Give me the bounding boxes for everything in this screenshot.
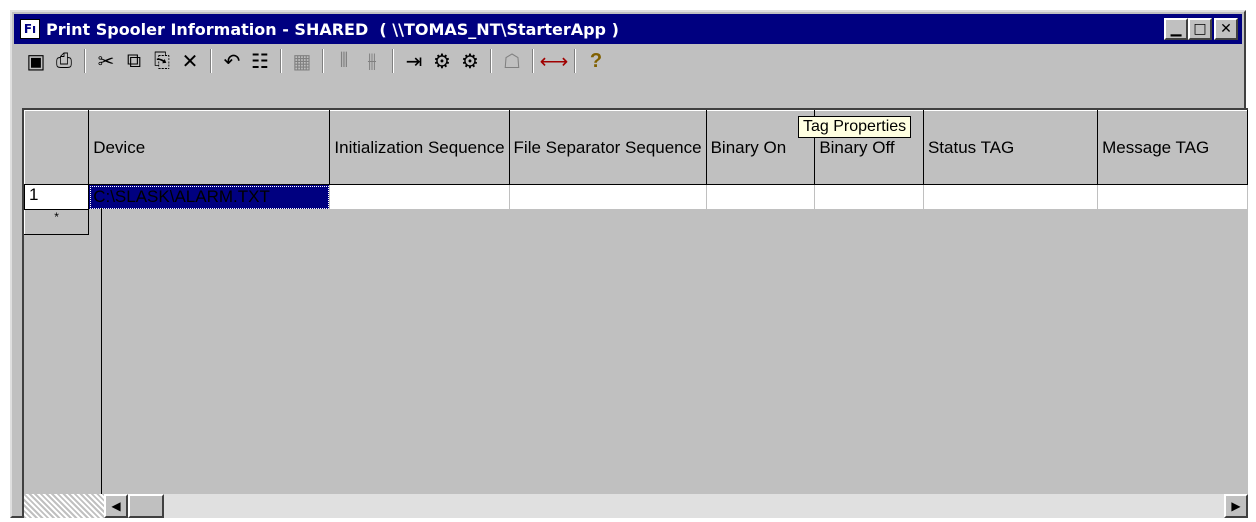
- cell-message-tag[interactable]: [1097, 184, 1248, 210]
- tag-browse-icon[interactable]: ⇥: [400, 48, 428, 74]
- scroll-thumb[interactable]: [128, 494, 164, 518]
- row-number[interactable]: 1: [23, 184, 90, 210]
- cell-device[interactable]: C:\SLASK\ALARM.TXT: [88, 184, 331, 210]
- cell-status-tag[interactable]: [923, 184, 1099, 210]
- cell-file-separator[interactable]: [509, 184, 707, 210]
- window-title: Print Spooler Information - SHARED ( \\T…: [46, 19, 619, 39]
- toolbar-separator: [322, 49, 324, 73]
- properties-icon[interactable]: ☖: [498, 48, 526, 74]
- corner-header[interactable]: [23, 110, 90, 185]
- cell-init-sequence[interactable]: [329, 184, 510, 210]
- column-header-device[interactable]: Device: [88, 110, 331, 185]
- undo-icon[interactable]: ↶: [218, 48, 246, 74]
- cell-binary-on[interactable]: [706, 184, 816, 210]
- close-button[interactable]: ✕: [1214, 18, 1238, 40]
- tag-properties-icon[interactable]: ⟷: [540, 48, 569, 74]
- tooltip: Tag Properties: [798, 116, 912, 138]
- column-header-file-separator[interactable]: File Separator Sequence: [508, 110, 707, 185]
- copy-icon[interactable]: ⧉: [120, 48, 148, 74]
- table-row: 1 C:\SLASK\ALARM.TXT: [23, 184, 1248, 210]
- header-row: Device Initialization Sequence File Sepa…: [23, 110, 1248, 185]
- find-icon[interactable]: ☷: [246, 48, 274, 74]
- delete-column-icon[interactable]: ⫵: [358, 48, 386, 74]
- toolbar-separator: [574, 49, 576, 73]
- toolbar-separator: [532, 49, 534, 73]
- print-icon[interactable]: ⎙: [50, 48, 78, 74]
- scroll-left-button[interactable]: ◀: [104, 494, 128, 518]
- column-header-message-tag[interactable]: Message TAG: [1097, 110, 1248, 185]
- paste-icon[interactable]: ⎘: [148, 48, 176, 74]
- new-row: *: [23, 209, 1248, 235]
- print-spooler-window: Fı Print Spooler Information - SHARED ( …: [10, 10, 1248, 518]
- cell-binary-off[interactable]: [814, 184, 924, 210]
- minimize-button[interactable]: ▁: [1164, 18, 1188, 40]
- check-icon[interactable]: ⚙: [428, 48, 456, 74]
- insert-column-icon[interactable]: ⫴: [330, 48, 358, 74]
- toolbar-separator: [84, 49, 86, 73]
- toolbar-separator: [280, 49, 282, 73]
- horizontal-scrollbar[interactable]: ◀ ▶: [104, 494, 1248, 518]
- cut-icon[interactable]: ✂: [92, 48, 120, 74]
- toolbar-separator: [210, 49, 212, 73]
- help-icon[interactable]: ?: [582, 48, 610, 74]
- grid-icon[interactable]: ▦: [288, 48, 316, 74]
- save-icon[interactable]: ▣: [22, 48, 50, 74]
- column-header-status-tag[interactable]: Status TAG: [922, 110, 1099, 185]
- check-all-icon[interactable]: ⚙: [456, 48, 484, 74]
- toolbar-separator: [490, 49, 492, 73]
- scroll-corner: [24, 494, 104, 518]
- delete-icon[interactable]: ✕: [176, 48, 204, 74]
- scroll-right-button[interactable]: ▶: [1224, 494, 1248, 518]
- app-icon: Fı: [20, 19, 40, 39]
- data-table: Device Initialization Sequence File Sepa…: [23, 110, 1248, 235]
- toolbar-separator: [392, 49, 394, 73]
- maximize-button[interactable]: □: [1188, 18, 1212, 40]
- spooler-grid: Device Initialization Sequence File Sepa…: [22, 108, 1248, 518]
- title-bar[interactable]: Fı Print Spooler Information - SHARED ( …: [14, 14, 1242, 44]
- row-header-column: [24, 208, 102, 498]
- toolbar: ▣ ⎙ ✂ ⧉ ⎘ ✕ ↶ ☷ ▦ ⫴ ⫵ ⇥ ⚙ ⚙ ☖ ⟷ ?: [14, 46, 1242, 76]
- column-header-init-sequence[interactable]: Initialization Sequence: [329, 110, 510, 185]
